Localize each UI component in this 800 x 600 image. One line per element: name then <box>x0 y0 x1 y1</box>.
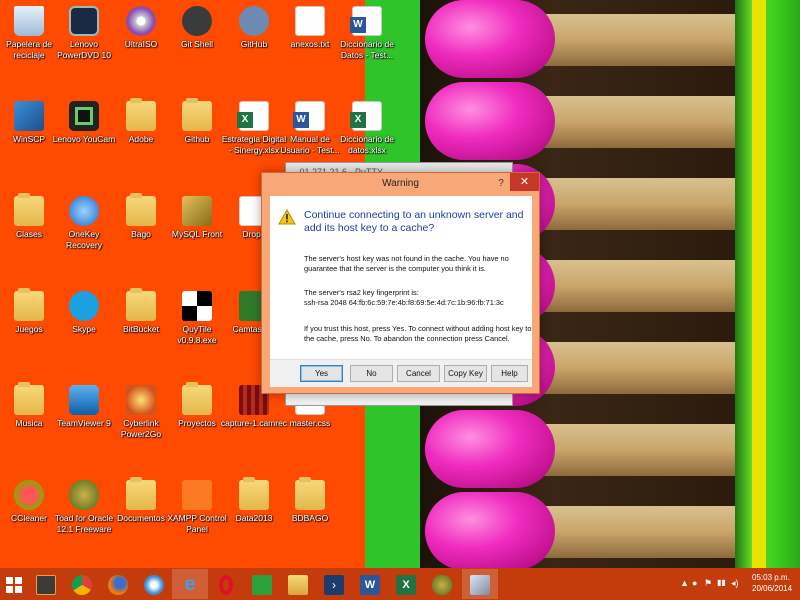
taskbar-firefox[interactable] <box>100 569 136 599</box>
dialog-heading: Continue connecting to an unknown server… <box>304 209 524 234</box>
teamviewer-icon <box>69 385 99 415</box>
powershell-icon: › <box>324 575 344 595</box>
folder-icon <box>14 382 44 415</box>
folder-icon <box>126 193 156 226</box>
close-button[interactable]: ✕ <box>510 173 539 191</box>
taskbar-chrome[interactable] <box>64 569 100 599</box>
taskbar: e › W X ▲ ● ⚑ ▮▮ ◂) 05:03 p.m. 20/06/201… <box>0 568 800 600</box>
youcam-icon <box>69 101 99 131</box>
folder-icon <box>182 382 212 415</box>
fingerprint-value: ssh-rsa 2048 64:fb:6c:59:7e:4b:f8:69:5e:… <box>304 298 504 307</box>
dialog-button-bar: Yes No Cancel Copy Key Help <box>270 359 532 387</box>
power2go-icon <box>126 385 156 415</box>
tray-overflow-icon[interactable]: ▲ <box>680 578 689 588</box>
folder-icon <box>295 477 325 510</box>
folder-icon <box>126 288 156 321</box>
sublime-text-icon <box>36 575 56 595</box>
internet-explorer-icon: e <box>184 574 196 595</box>
action-center-flag-icon[interactable]: ⚑ <box>704 578 712 589</box>
taskbar-store[interactable] <box>244 569 280 599</box>
mysql-front-icon <box>182 196 212 226</box>
dialog-body: Continue connecting to an unknown server… <box>270 196 532 387</box>
firefox-icon <box>108 575 128 595</box>
qtile-icon <box>182 291 212 321</box>
powerdvd-icon <box>69 6 99 36</box>
opera-icon <box>219 575 233 595</box>
windows-logo-icon <box>6 577 22 593</box>
wallpaper-match <box>425 492 765 568</box>
folder-icon <box>182 98 212 131</box>
wallpaper-yellow-stripe <box>752 0 766 568</box>
taskbar-putty[interactable] <box>462 569 498 599</box>
taskbar-toad[interactable] <box>424 569 460 599</box>
wallpaper-match <box>425 82 765 160</box>
chrome-icon <box>72 575 92 595</box>
warning-icon <box>278 209 296 225</box>
taskbar-sublime-text[interactable] <box>28 569 64 599</box>
onekey-recovery-icon <box>69 196 99 226</box>
tray-app-icon[interactable]: ● <box>692 578 697 588</box>
recycle-bin-icon <box>14 6 44 36</box>
skype-icon <box>69 291 99 321</box>
folder-icon <box>126 98 156 131</box>
word-document-icon <box>293 101 325 131</box>
taskbar-safari[interactable] <box>136 569 172 599</box>
folder-icon <box>126 477 156 510</box>
cancel-button[interactable]: Cancel <box>397 365 440 382</box>
folder-icon <box>239 477 269 510</box>
store-icon <box>252 575 272 595</box>
wallpaper-match <box>425 410 765 488</box>
copy-key-button[interactable]: Copy Key <box>444 365 487 382</box>
dialog-message-instructions: If you trust this host, press Yes. To co… <box>304 324 532 343</box>
github-icon <box>239 6 269 36</box>
yes-button[interactable]: Yes <box>300 365 343 382</box>
taskbar-file-explorer[interactable] <box>280 569 316 599</box>
no-button[interactable]: No <box>350 365 393 382</box>
clock-date: 20/06/2014 <box>752 584 793 593</box>
toad-icon <box>69 480 99 510</box>
taskbar-opera[interactable] <box>208 569 244 599</box>
winscp-icon <box>14 101 44 131</box>
taskbar-word[interactable]: W <box>352 569 388 599</box>
taskbar-powershell[interactable]: › <box>316 569 352 599</box>
clock-time: 05:03 p.m. <box>752 573 790 582</box>
wallpaper-green-right <box>735 0 800 568</box>
desktop-icon-bdbago[interactable]: BDBAGO <box>276 476 344 560</box>
fingerprint-label: The server's rsa2 key fingerprint is: <box>304 288 419 297</box>
ultraiso-icon <box>126 6 156 36</box>
word-icon: W <box>360 575 380 595</box>
file-explorer-icon <box>288 575 308 595</box>
wallpaper-match <box>425 0 765 78</box>
xampp-icon <box>182 480 212 510</box>
titlebar-help-button[interactable]: ? <box>494 176 508 192</box>
excel-icon: X <box>396 575 416 595</box>
word-document-icon <box>350 6 382 36</box>
putty-icon <box>470 575 490 595</box>
folder-icon <box>14 288 44 321</box>
warning-dialog: Warning ? ✕ Continue connecting to an un… <box>261 172 540 394</box>
text-file-icon <box>295 6 325 36</box>
ccleaner-icon <box>14 480 44 510</box>
network-icon[interactable]: ▮▮ <box>717 578 726 587</box>
excel-document-icon <box>237 101 269 131</box>
folder-icon <box>14 193 44 226</box>
dialog-message-cache: The server's host key was not found in t… <box>304 254 509 273</box>
git-shell-icon <box>182 6 212 36</box>
excel-document-icon <box>350 101 382 131</box>
desktop-icon-diccionario-docx[interactable]: Diccionario de Datos - Test... <box>333 2 401 86</box>
taskbar-internet-explorer[interactable]: e <box>172 569 208 599</box>
taskbar-clock[interactable]: 05:03 p.m. 20/06/2014 <box>752 572 796 594</box>
safari-icon <box>144 575 164 595</box>
help-button[interactable]: Help <box>491 365 528 382</box>
dialog-titlebar[interactable]: Warning ? ✕ <box>262 173 539 195</box>
volume-icon[interactable]: ◂) <box>731 578 739 589</box>
toad-icon <box>432 575 452 595</box>
taskbar-excel[interactable]: X <box>388 569 424 599</box>
